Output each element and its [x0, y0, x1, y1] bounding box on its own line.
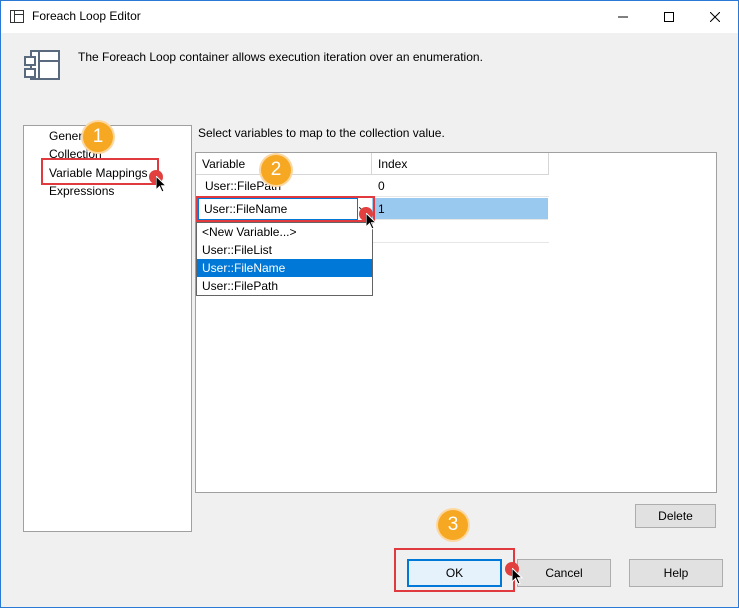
- foreach-loop-editor-window: Foreach Loop Editor The Foreach Loop con…: [0, 0, 739, 608]
- pointer-icon: [156, 176, 168, 193]
- column-header-index[interactable]: Index: [372, 153, 549, 175]
- dialog-description: The Foreach Loop container allows execut…: [78, 50, 483, 64]
- foreach-loop-icon: [10, 10, 24, 23]
- help-button[interactable]: Help: [629, 559, 723, 587]
- pointer-icon: [512, 568, 524, 585]
- click-indicator-cursor-icon: [149, 168, 169, 194]
- foreach-container-icon: [24, 50, 60, 80]
- highlight-variable-mappings: [41, 158, 159, 185]
- close-icon: [710, 12, 720, 22]
- variable-dropdown-list: <New Variable...> User::FileList User::F…: [196, 222, 373, 296]
- delete-button[interactable]: Delete: [635, 504, 716, 528]
- step-badge-3: 3: [438, 510, 468, 540]
- highlight-ok-button: [394, 548, 515, 592]
- cancel-button[interactable]: Cancel: [517, 559, 611, 587]
- list-item-selected[interactable]: User::FileName: [197, 259, 372, 277]
- list-item[interactable]: User::FilePath: [197, 277, 372, 295]
- table-row-index[interactable]: 0: [372, 175, 549, 197]
- maximize-button[interactable]: [646, 1, 692, 33]
- window-title: Foreach Loop Editor: [32, 9, 141, 23]
- pointer-icon: [366, 213, 378, 230]
- step-badge-1: 1: [83, 122, 113, 152]
- minimize-icon: [618, 16, 628, 18]
- empty-row-index[interactable]: [372, 221, 549, 243]
- maximize-icon: [664, 12, 674, 22]
- title-bar[interactable]: Foreach Loop Editor: [1, 1, 738, 33]
- click-indicator-cursor-icon: [505, 560, 525, 586]
- list-item[interactable]: User::FileList: [197, 241, 372, 259]
- highlight-variable-combobox: [196, 196, 375, 222]
- click-indicator-cursor-icon: [359, 205, 379, 231]
- instruction-text: Select variables to map to the collectio…: [198, 126, 445, 140]
- selected-row-index[interactable]: 1: [372, 198, 548, 220]
- list-item[interactable]: <New Variable...>: [197, 223, 372, 241]
- minimize-button[interactable]: [600, 1, 646, 33]
- nav-item-expressions[interactable]: Expressions: [49, 184, 114, 198]
- step-badge-2: 2: [261, 155, 291, 185]
- close-button[interactable]: [692, 1, 738, 33]
